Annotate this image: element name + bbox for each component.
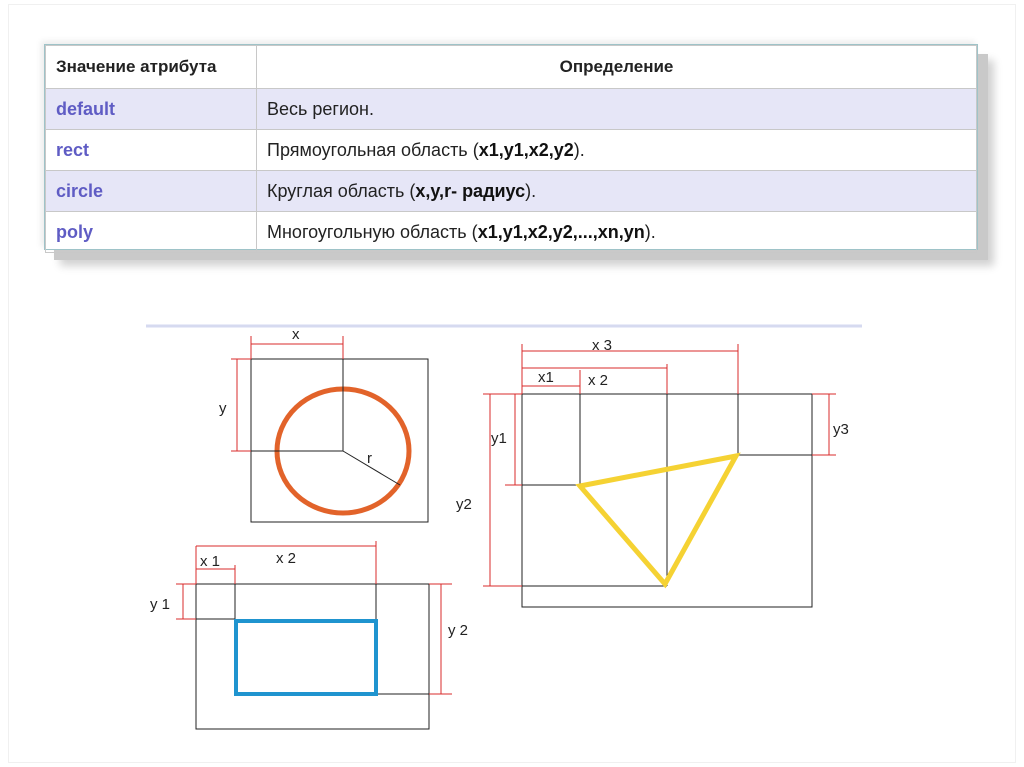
label-poly-x2: x 2 (588, 372, 608, 389)
dim-y (231, 358, 251, 452)
dim-rect-y2 (429, 583, 452, 695)
label-rect-y1: y 1 (150, 596, 170, 613)
circle-figure: x y r (219, 326, 429, 523)
rect-figure: x 1 x 2 y 1 y 2 (150, 541, 468, 730)
dim-poly-y2 (483, 393, 522, 587)
label-x: x (292, 326, 300, 343)
rect-frame (195, 583, 430, 730)
dim-rect-y1 (176, 583, 196, 620)
dim-poly-y1 (505, 393, 522, 486)
shape-diagrams: x y r x 1 x 2 y 1 y 2 x 3 x 2 x1 y1 y2 y… (146, 324, 862, 730)
label-poly-x3: x 3 (592, 337, 612, 354)
label-r: r (367, 450, 372, 467)
rect-shape (234, 619, 378, 696)
label-poly-x1: x1 (538, 369, 554, 386)
label-rect-y2: y 2 (448, 622, 468, 639)
triangle-shape (575, 452, 741, 589)
poly-figure: x 3 x 2 x1 y1 y2 y3 (456, 337, 849, 608)
label-poly-y3: y3 (833, 421, 849, 438)
label-y: y (219, 400, 227, 417)
label-poly-y1: y1 (491, 430, 507, 447)
label-poly-y2: y2 (456, 496, 472, 513)
label-rect-x2: x 2 (276, 550, 296, 567)
label-rect-x1: x 1 (200, 553, 220, 570)
